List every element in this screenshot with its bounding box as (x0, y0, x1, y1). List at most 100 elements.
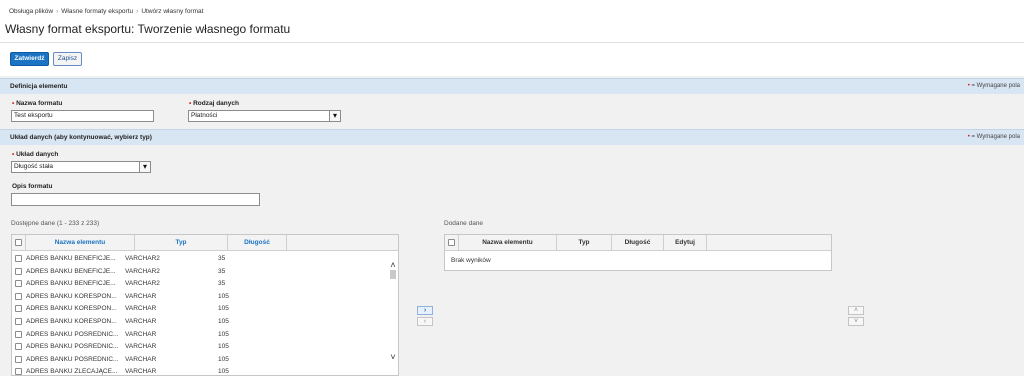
scroll-down-icon[interactable]: ˅ (389, 353, 397, 362)
cell-element-name: ADRES BANKU KORESPON... (26, 318, 117, 325)
cell-type: VARCHAR2 (125, 280, 160, 288)
section-definition-bar: Definicja elementu • = Wymagane pola (0, 78, 1024, 94)
cell-element-name: ADRES BANKU ZLECAJĄCE... (26, 368, 118, 376)
table-row[interactable]: ADRES BANKU POSREDNIC... VARCHAR 105 (12, 341, 387, 353)
cell-type: VARCHAR (125, 292, 157, 300)
cell-element-name: ADRES BANKU POSREDNIC... (26, 330, 119, 338)
required-icon: • (12, 151, 15, 158)
cell-type: VARCHAR (125, 318, 157, 325)
data-type-label-text: Rodzaj danych (193, 100, 239, 107)
scroll-thumb[interactable] (390, 270, 396, 279)
row-checkbox[interactable] (15, 330, 22, 338)
column-header-type[interactable]: Typ (135, 235, 228, 251)
chevron-up-icon: ˄ (853, 307, 859, 314)
section-layout-title: Układ danych (aby kontynuować, wybierz t… (10, 134, 152, 141)
table-row[interactable]: ADRES BANKU POSREDNIC... VARCHAR 105 (12, 329, 387, 341)
save-button[interactable]: Zapisz (53, 52, 82, 66)
cell-length: 105 (218, 318, 229, 325)
table-row[interactable]: ADRES BANKU POSREDNIC... VARCHAR 105 (12, 354, 387, 366)
cell-length: 105 (218, 368, 229, 376)
cell-length: 105 (218, 305, 229, 313)
move-right-button[interactable]: › (417, 306, 433, 315)
row-checkbox[interactable] (15, 343, 22, 351)
select-all-checkbox[interactable] (15, 239, 22, 246)
row-checkbox[interactable] (15, 292, 22, 300)
breadcrumb-separator: › (136, 8, 139, 15)
chevron-down-icon[interactable]: ▾ (139, 162, 150, 172)
chevron-down-icon[interactable]: ▾ (329, 111, 340, 121)
column-header-element-name: Nazwa elementu (459, 235, 557, 251)
scroll-up-icon[interactable]: ˄ (389, 261, 397, 270)
column-header-edit: Edytuj (664, 235, 707, 251)
page-header: Obsługa plików › Własne formaty eksportu › U… (0, 0, 1024, 76)
move-up-button[interactable]: ˄ (848, 306, 864, 315)
chevron-down-icon: ˅ (853, 318, 859, 325)
cell-type: VARCHAR (125, 343, 157, 351)
available-table-header: Nazwa elementu Typ Długość (12, 235, 398, 251)
cell-length: 105 (218, 355, 229, 363)
section-layout-bar: Układ danych (aby kontynuować, wybierz t… (0, 129, 1024, 145)
format-description-input[interactable] (11, 193, 260, 206)
cell-type: VARCHAR (125, 368, 157, 376)
cell-length: 35 (218, 267, 226, 275)
cell-element-name: ADRES BANKU BENEFICJE... (26, 280, 116, 288)
cell-type: VARCHAR (125, 355, 157, 363)
breadcrumb-separator: › (56, 8, 59, 15)
cell-type: VARCHAR2 (125, 267, 160, 275)
section-definition-title: Definicja elementu (10, 83, 68, 90)
format-name-input[interactable]: Test eksportu (11, 110, 154, 122)
row-checkbox[interactable] (15, 318, 22, 325)
cell-type: VARCHAR (125, 330, 157, 338)
cell-length: 35 (218, 280, 226, 288)
move-left-button[interactable]: ‹ (417, 317, 433, 326)
cell-element-name: ADRES BANKU KORESPON... (26, 305, 117, 313)
scrollbar[interactable]: ˄ ˅ (389, 261, 397, 365)
submit-button[interactable]: Zatwierdź (10, 52, 49, 66)
data-type-select[interactable]: Płatności ▾ (188, 110, 341, 122)
table-row[interactable]: ADRES BANKU KORESPON... VARCHAR 105 (12, 303, 387, 315)
table-row[interactable]: ADRES BANKU BENEFICJE... VARCHAR2 35 (12, 278, 387, 290)
required-legend: • = Wymagane pola (968, 134, 1020, 140)
column-header-length[interactable]: Długość (228, 235, 287, 251)
table-row[interactable]: ADRES BANKU BENEFICJE... VARCHAR2 35 (12, 253, 387, 265)
cell-element-name: ADRES BANKU BENEFICJE... (26, 267, 116, 275)
row-checkbox[interactable] (15, 255, 22, 262)
cell-length: 105 (218, 330, 229, 338)
select-all-checkbox[interactable] (448, 239, 455, 246)
required-legend: • = Wymagane pola (968, 83, 1020, 89)
row-checkbox[interactable] (15, 368, 22, 375)
table-row[interactable]: ADRES BANKU KORESPON... VARCHAR 105 (12, 291, 387, 303)
format-name-label-text: Nazwa formatu (16, 100, 63, 107)
table-row[interactable]: ADRES BANKU ZLECAJĄCE... VARCHAR 105 (12, 366, 387, 376)
breadcrumb-item-create-format: Utwórz własny format (141, 8, 204, 15)
required-icon: • (967, 134, 970, 140)
column-header-type: Typ (557, 235, 612, 251)
table-row[interactable]: ADRES BANKU KORESPON... VARCHAR 105 (12, 316, 387, 328)
format-name-label: • Nazwa formatu (12, 100, 62, 107)
move-down-button[interactable]: ˅ (848, 317, 864, 326)
row-checkbox[interactable] (15, 305, 22, 313)
chevron-left-icon: ‹ (423, 318, 427, 325)
cell-type: VARCHAR (125, 305, 157, 313)
data-type-label: • Rodzaj danych (189, 100, 239, 107)
required-icon: • (12, 100, 15, 107)
data-layout-select[interactable]: Długość stała ▾ (11, 161, 151, 173)
breadcrumb-item-export-formats[interactable]: Własne formaty eksportu (61, 8, 133, 15)
required-icon: • (189, 100, 192, 107)
divider (0, 42, 1024, 43)
cell-type: VARCHAR2 (125, 255, 160, 262)
data-layout-label: • Układ danych (12, 151, 58, 158)
column-header-element-name[interactable]: Nazwa elementu (26, 235, 135, 251)
required-note: = Wymagane pola (971, 83, 1020, 89)
data-layout-value: Długość stała (14, 163, 54, 170)
cell-element-name: ADRES BANKU BENEFICJE... (26, 255, 116, 262)
added-data-title: Dodane dane (444, 220, 484, 227)
row-checkbox[interactable] (15, 267, 22, 275)
available-data-title: Dostępne dane (1 - 233 z 233) (11, 220, 100, 227)
empty-results-text: Brak wyników (451, 257, 491, 264)
breadcrumb-item-file-handling[interactable]: Obsługa plików (9, 8, 53, 15)
row-checkbox[interactable] (15, 280, 22, 288)
table-row[interactable]: ADRES BANKU BENEFICJE... VARCHAR2 35 (12, 266, 387, 278)
added-table-header: Nazwa elementu Typ Długość Edytuj (445, 235, 831, 251)
row-checkbox[interactable] (15, 355, 22, 363)
